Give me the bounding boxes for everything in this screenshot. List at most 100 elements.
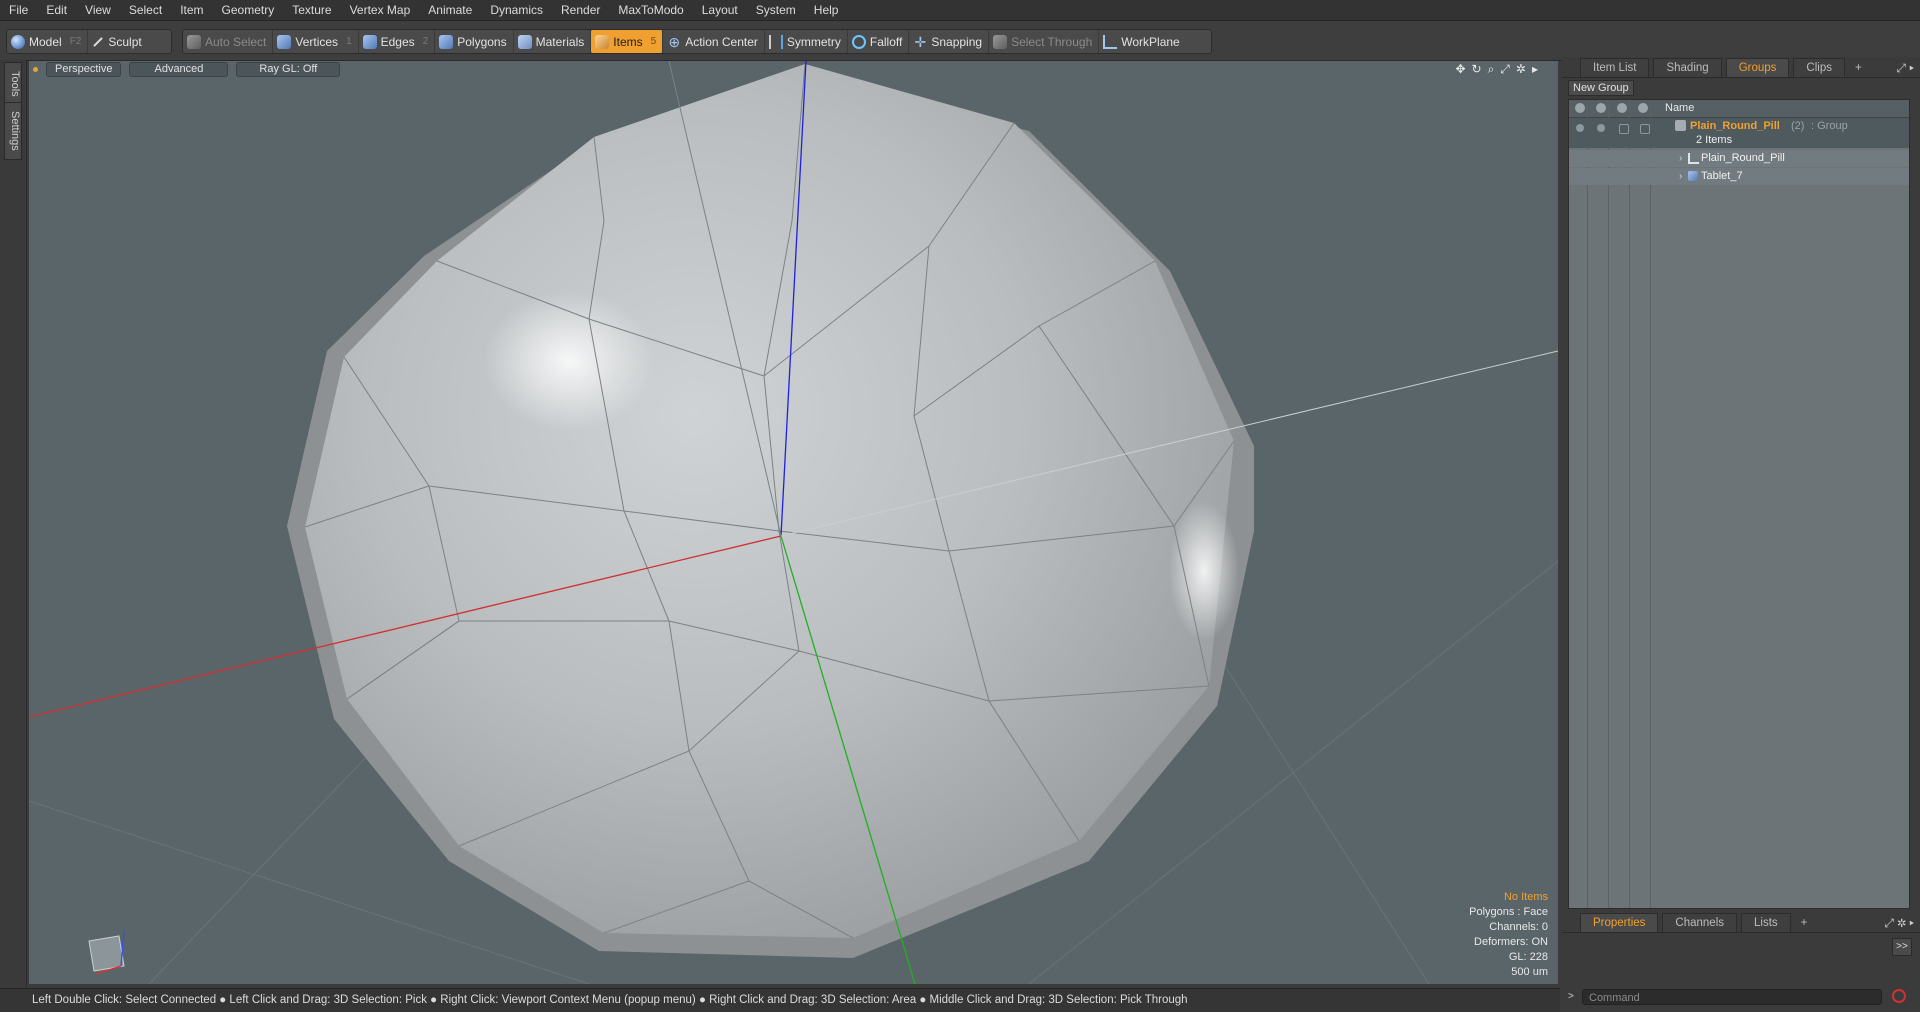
workplane-button[interactable]: WorkPlane: [1099, 30, 1185, 53]
menu-edit[interactable]: Edit: [37, 0, 76, 20]
command-input[interactable]: Command: [1582, 989, 1882, 1005]
group-row[interactable]: Plain_Round_Pill (2) : Group 2 Items: [1569, 118, 1909, 148]
add-properties-tab-button[interactable]: +: [1795, 914, 1814, 932]
add-tab-button[interactable]: +: [1849, 59, 1868, 77]
tab-item-list[interactable]: Item List: [1580, 58, 1650, 77]
symmetry-icon: [768, 34, 783, 49]
workplane-icon: [1103, 34, 1118, 49]
left-tab-strip: Tools Settings: [0, 60, 27, 988]
menu-file[interactable]: File: [0, 0, 37, 20]
menu-item[interactable]: Item: [171, 0, 212, 20]
menu-dynamics[interactable]: Dynamics: [481, 0, 552, 20]
settings-tab[interactable]: Settings: [4, 102, 22, 160]
symmetry-label: Symmetry: [786, 34, 841, 49]
tab-properties[interactable]: Properties: [1580, 913, 1659, 932]
lock-toggle-icon[interactable]: [1619, 124, 1629, 134]
mesh-icon: [1688, 171, 1698, 181]
pan-icon[interactable]: ✥: [1455, 62, 1471, 76]
vertices-icon: [277, 34, 292, 49]
selection-group: Auto Select Vertices 1 Edges 2 Polygons …: [182, 29, 1212, 54]
polygons-label: Polygons: [457, 34, 507, 49]
groups-toolbar: New Group: [1566, 79, 1916, 96]
command-arrow-icon: >: [1568, 991, 1574, 1002]
items-label: Items: [613, 34, 643, 49]
info-polygons: Polygons : Face: [1469, 906, 1548, 918]
perspective-button[interactable]: Perspective: [46, 61, 122, 77]
3d-viewport[interactable]: Perspective Advanced Ray GL: Off ✥↻⌕⤢✲▸ …: [29, 61, 1558, 984]
edges-icon: [362, 34, 377, 49]
select-through-icon: [993, 34, 1008, 49]
symmetry-button[interactable]: Symmetry: [765, 30, 848, 53]
properties-gear-icon[interactable]: ⤢ ✲ ▸: [1884, 914, 1914, 932]
polygons-button[interactable]: Polygons: [435, 30, 514, 53]
expand-properties-button[interactable]: >>: [1892, 938, 1912, 956]
raygl-button[interactable]: Ray GL: Off: [236, 61, 341, 77]
action-center-button[interactable]: ⊕ Action Center: [663, 30, 765, 53]
item-name: Plain_Round_Pill: [1701, 152, 1785, 164]
vertices-button[interactable]: Vertices 1: [273, 30, 359, 53]
tab-channels[interactable]: Channels: [1662, 913, 1738, 932]
locator-icon: [1688, 153, 1699, 164]
model-key: F2: [69, 36, 82, 47]
rotate-icon[interactable]: ↻: [1472, 62, 1488, 76]
menu-maxtomodo[interactable]: MaxToModo: [609, 0, 692, 20]
expand-arrow-icon[interactable]: ▸: [1532, 62, 1544, 76]
menu-animate[interactable]: Animate: [419, 0, 481, 20]
items-button[interactable]: Items 5: [591, 30, 664, 53]
pill-mesh[interactable]: [287, 63, 1254, 958]
name-column-header[interactable]: Name: [1665, 102, 1694, 114]
vertices-label: Vertices: [295, 34, 339, 49]
edges-key: 2: [422, 36, 429, 47]
snapping-button[interactable]: ✛ Snapping: [909, 30, 990, 53]
info-channels: Channels: 0: [1489, 921, 1548, 933]
select-through-button[interactable]: Select Through: [989, 30, 1100, 53]
materials-button[interactable]: Materials: [514, 30, 592, 53]
falloff-button[interactable]: Falloff: [848, 30, 910, 53]
menu-select[interactable]: Select: [120, 0, 171, 20]
menu-geometry[interactable]: Geometry: [213, 0, 284, 20]
tab-clips[interactable]: Clips: [1793, 58, 1845, 77]
highlight-right: [1169, 501, 1239, 641]
menu-render[interactable]: Render: [552, 0, 609, 20]
groups-list[interactable]: Name Plain_Round_Pill (2) : Group 2 Item…: [1568, 99, 1910, 909]
status-bar: Left Double Click: Select Connected ● Le…: [0, 988, 1560, 1012]
right-panel: Item List Shading Groups Clips + ⤢ ▸ New…: [1562, 57, 1920, 1012]
advanced-button[interactable]: Advanced: [129, 61, 229, 77]
menu-texture[interactable]: Texture: [283, 0, 340, 20]
record-icon[interactable]: [1892, 989, 1906, 1003]
action-center-label: Action Center: [685, 34, 758, 49]
panel-expand-icon[interactable]: ⤢ ▸: [1896, 59, 1914, 77]
menu-vertex-map[interactable]: Vertex Map: [341, 0, 420, 20]
select-toggle-icon[interactable]: [1640, 124, 1650, 134]
tab-shading[interactable]: Shading: [1653, 58, 1722, 77]
render-toggle-icon[interactable]: [1597, 124, 1605, 132]
tab-groups[interactable]: Groups: [1725, 58, 1790, 77]
orientation-gizmo: [88, 930, 125, 975]
viewport-info: No Items Polygons : Face Channels: 0 Def…: [1469, 890, 1548, 980]
zoom-icon[interactable]: ⌕: [1488, 62, 1501, 76]
fit-icon[interactable]: ⤢: [1500, 62, 1516, 76]
visibility-eye-icon[interactable]: [1576, 124, 1584, 132]
tools-tab[interactable]: Tools: [4, 62, 22, 106]
mode-group: Model F2 Sculpt: [6, 29, 172, 54]
viewport-canvas[interactable]: [29, 61, 1558, 984]
model-button[interactable]: Model F2: [7, 30, 89, 53]
gear-icon[interactable]: ✲: [1516, 62, 1532, 76]
group-folder-icon: [1675, 120, 1686, 131]
tab-lists[interactable]: Lists: [1741, 913, 1791, 932]
column-divider: [1587, 100, 1588, 908]
list-item[interactable]: › Plain_Round_Pill: [1569, 150, 1909, 167]
auto-select-button[interactable]: Auto Select: [183, 30, 274, 53]
list-item[interactable]: › Tablet_7: [1569, 168, 1909, 185]
menu-help[interactable]: Help: [805, 0, 848, 20]
viewport-header: Perspective Advanced Ray GL: Off: [29, 61, 1558, 77]
menu-view[interactable]: View: [76, 0, 120, 20]
new-group-button[interactable]: New Group: [1568, 80, 1634, 96]
sculpt-button[interactable]: Sculpt: [88, 30, 147, 53]
select-through-label: Select Through: [1011, 34, 1093, 49]
menu-system[interactable]: System: [747, 0, 805, 20]
edges-button[interactable]: Edges 2: [359, 30, 436, 53]
tree-branch-icon: ›: [1679, 153, 1683, 164]
info-no-items: No Items: [1503, 891, 1548, 903]
menu-layout[interactable]: Layout: [693, 0, 747, 20]
